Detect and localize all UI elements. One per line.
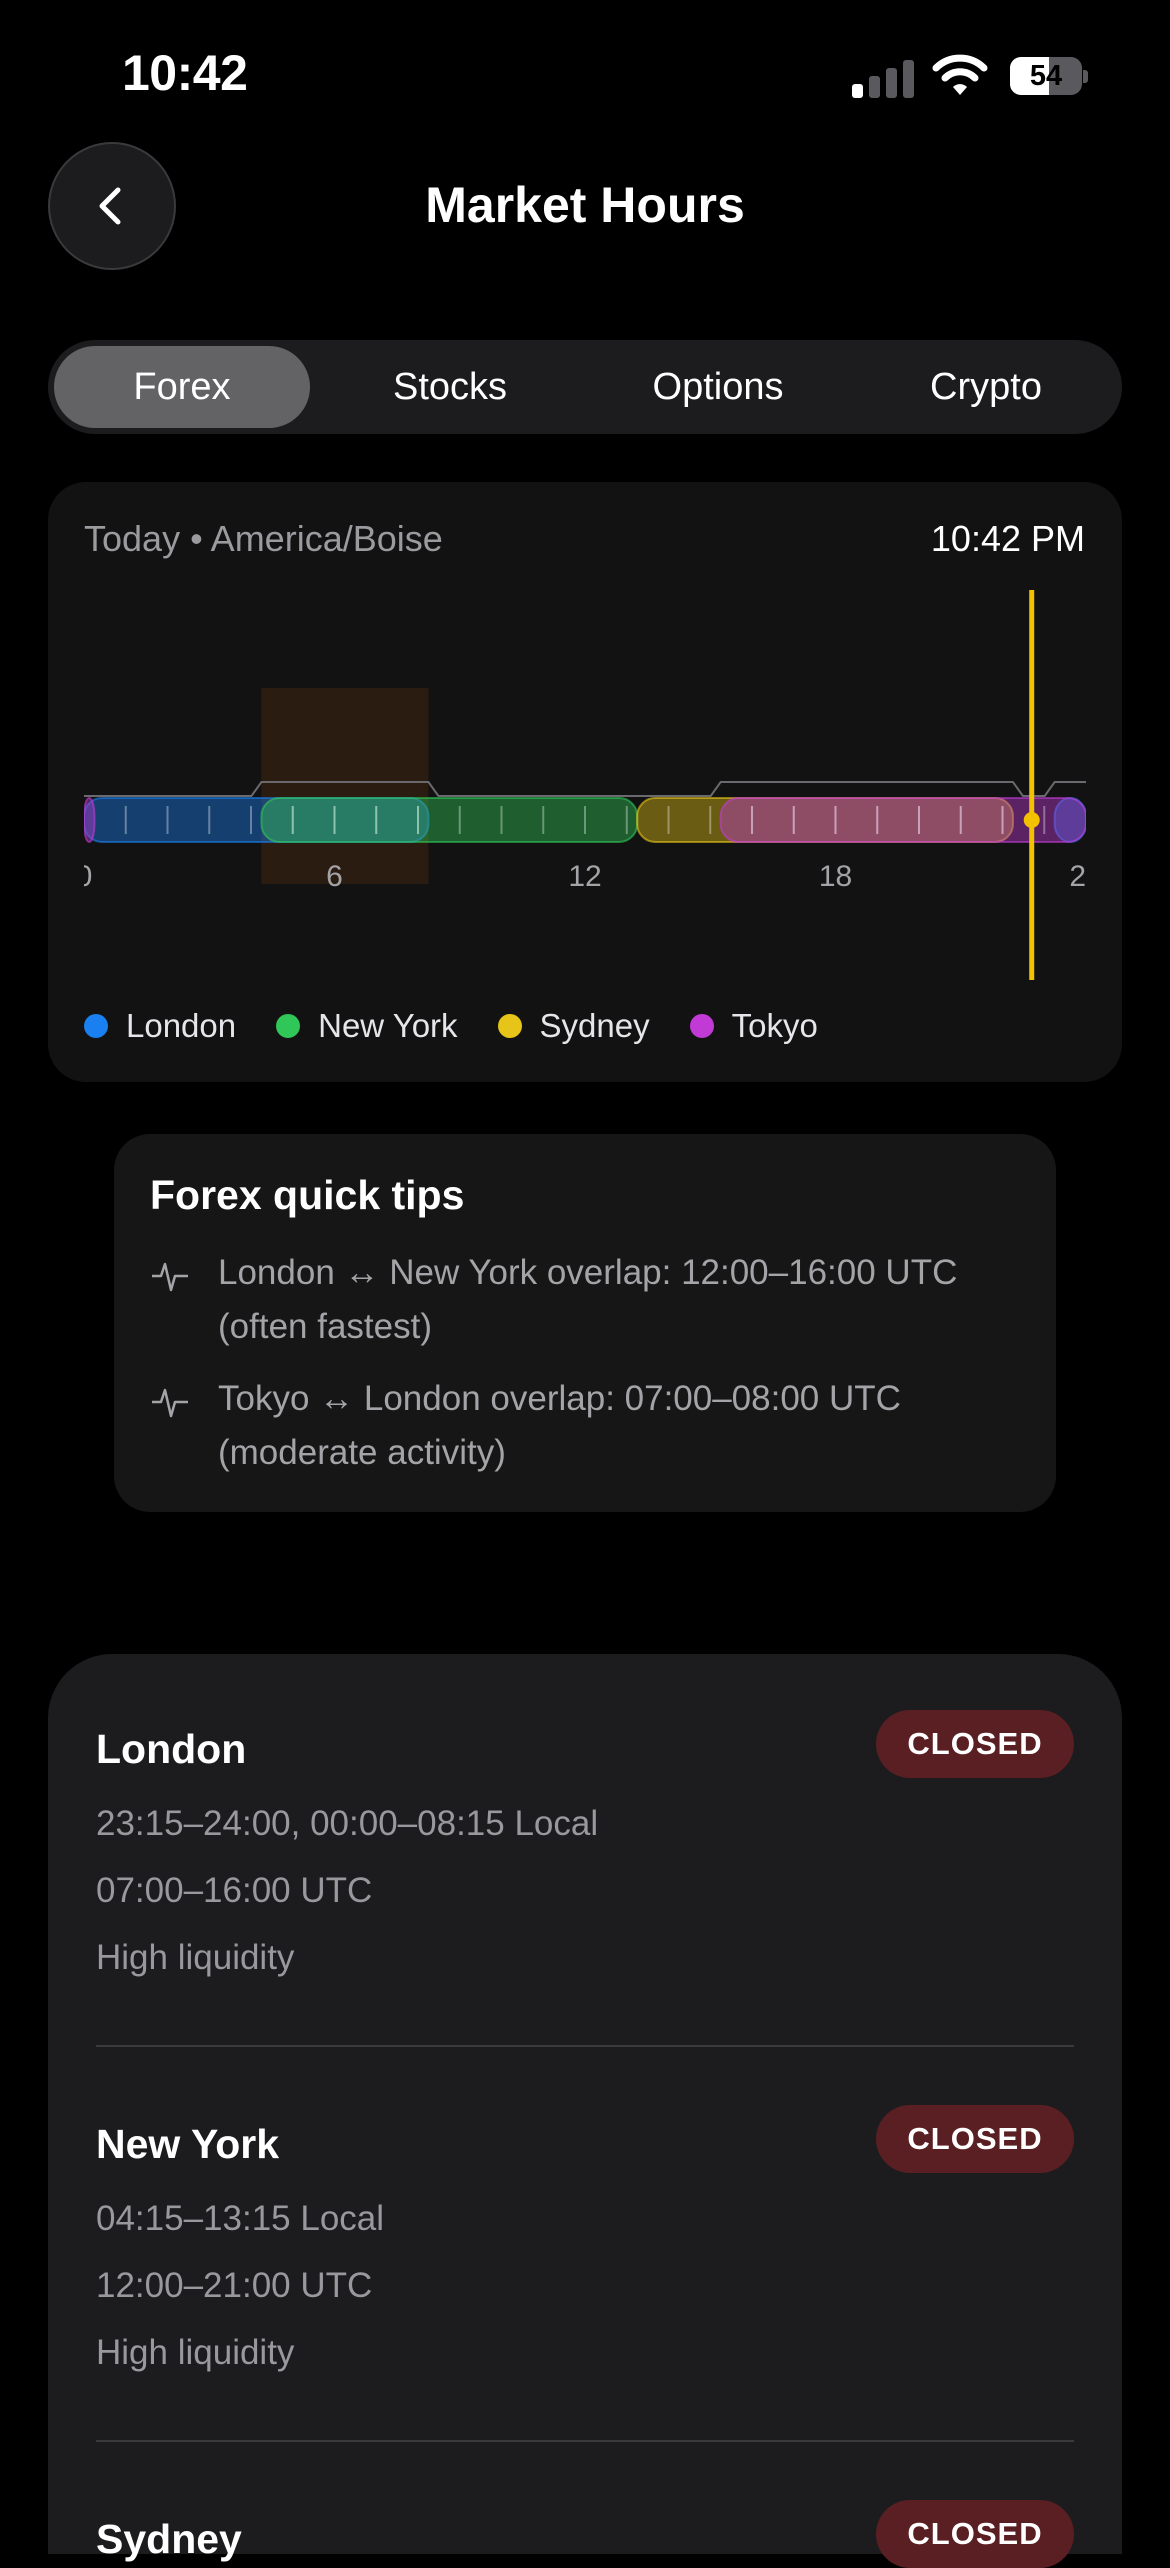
x-tick-label: 12 [568, 860, 601, 893]
legend-label: Tokyo [731, 1007, 818, 1044]
session-utc-hours: 12:00–21:00 UTC [96, 2266, 373, 2305]
legend-item-new-york: New York [276, 1007, 458, 1045]
timeline-legend: London New York Sydney Tokyo [84, 1004, 858, 1048]
tab-crypto[interactable]: Crypto [858, 346, 1114, 428]
sydney-dot-icon [497, 1014, 522, 1038]
session-local-hours: 04:15–13:15 Local [96, 2199, 385, 2238]
tip-text-note: (often fastest) [218, 1307, 432, 1346]
session-local-hours: 23:15–24:00, 00:00–08:15 Local [96, 1804, 599, 1843]
x-tick-label: 6 [326, 860, 343, 893]
current-time-dot [1023, 812, 1040, 828]
cellular-signal-icon [852, 58, 914, 98]
battery-icon: 54 [1010, 57, 1088, 95]
status-badge: CLOSED [876, 1710, 1074, 1778]
activity-pulse-icon [152, 1388, 188, 1418]
x-tick-label: 24 [1069, 860, 1086, 893]
tab-stocks[interactable]: Stocks [322, 346, 578, 428]
session-name: London [96, 1726, 247, 1772]
legend-label: New York [318, 1007, 458, 1044]
sessions-list [48, 1654, 1122, 2554]
session-bar-tokyo [84, 797, 96, 843]
market-type-tabs: Forex Stocks Options Crypto [48, 340, 1122, 434]
new-york-dot-icon [276, 1014, 301, 1038]
legend-item-sydney: Sydney [497, 1007, 650, 1045]
session-timeline-chart[interactable]: 0 6 12 18 24 [84, 580, 1086, 980]
session-liquidity: High liquidity [96, 2333, 295, 2372]
session-name: Sydney [96, 2516, 242, 2562]
session-bar-new-york [260, 797, 639, 843]
divider [96, 2440, 1074, 2442]
legend-label: Sydney [539, 1007, 650, 1044]
session-liquidity: High liquidity [96, 1938, 295, 1977]
tip-text: Tokyo ↔ London overlap: 07:00–08:00 UTC [218, 1379, 901, 1418]
divider [96, 2045, 1074, 2047]
legend-item-london: London [84, 1007, 236, 1045]
status-time: 10:42 [122, 45, 248, 101]
activity-pulse-icon [152, 1262, 188, 1292]
status-badge: CLOSED [876, 2500, 1074, 2568]
tokyo-dot-icon [689, 1014, 714, 1038]
tips-title: Forex quick tips [150, 1172, 465, 1218]
tab-options[interactable]: Options [590, 346, 846, 428]
tip-text-note: (moderate activity) [218, 1433, 506, 1472]
overlap-outline [84, 781, 1086, 797]
status-badge: CLOSED [876, 2105, 1074, 2173]
x-tick-label: 0 [84, 860, 92, 893]
current-time-label: 10:42 PM [930, 518, 1085, 559]
tip-text: London ↔ New York overlap: 12:00–16:00 U… [218, 1253, 958, 1292]
timeline-date-timezone: Today • America/Boise [84, 518, 443, 559]
session-name: New York [96, 2121, 280, 2167]
wifi-icon [932, 54, 988, 98]
overlap-highlight-region [261, 688, 429, 884]
x-tick-label: 18 [819, 860, 852, 893]
legend-label: London [126, 1007, 237, 1044]
london-dot-icon [84, 1014, 108, 1038]
battery-percentage: 54 [1029, 60, 1063, 92]
session-utc-hours: 07:00–16:00 UTC [96, 1871, 373, 1910]
tab-forex[interactable]: Forex [54, 346, 310, 428]
legend-item-tokyo: Tokyo [689, 1007, 818, 1045]
page-title: Market Hours [425, 177, 745, 233]
